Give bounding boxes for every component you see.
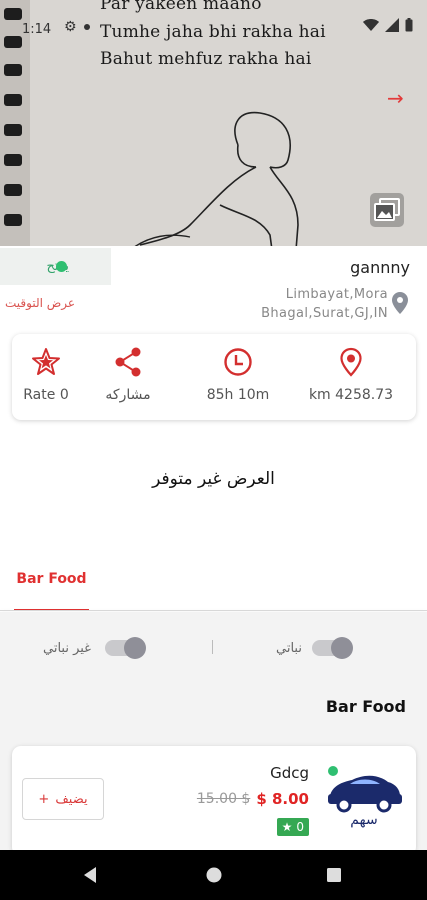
- menu-section-title: Bar Food: [325, 697, 406, 716]
- filter-separator: [212, 640, 213, 654]
- logo-text: سهم: [350, 812, 378, 828]
- product-rating-badge: ★ 0: [276, 818, 309, 836]
- tab-divider: [0, 610, 427, 611]
- product-old-price: 15.00 $: [196, 791, 251, 807]
- rating-star-icon: ★: [281, 820, 293, 834]
- store-name: gannny: [350, 258, 410, 277]
- store-cover-image: Par yakeen maano Tumhe jaha bhi rakha ha…: [0, 0, 427, 246]
- open-status-dot: [56, 261, 67, 272]
- offer-unavailable-message: العرض غير متوفر: [152, 469, 275, 489]
- distance-stat: km 4258.73: [298, 334, 404, 420]
- product-rating-value: 0: [296, 820, 304, 834]
- system-navigation-bar: [0, 850, 427, 900]
- battery-icon: [405, 18, 413, 32]
- product-name: Gdcg: [270, 764, 309, 782]
- location-pin-icon: [392, 292, 408, 314]
- store-stats-card: Rate 0 مشاركه 85h 10m km 4258.73: [12, 334, 416, 420]
- veg-filter-label: نباتي: [276, 640, 302, 656]
- recents-square-icon: [327, 868, 341, 882]
- nonveg-filter-label: غير نباتي: [43, 640, 91, 656]
- status-bar: 1:14 ⚙: [0, 0, 427, 52]
- product-prices: 15.00 $ $ 8.00: [197, 790, 309, 808]
- rate-stat[interactable]: Rate 0: [14, 334, 78, 420]
- view-hours-link[interactable]: عرض التوقيت: [5, 296, 75, 310]
- status-time: 1:14: [22, 22, 52, 37]
- share-stat[interactable]: مشاركه: [96, 334, 160, 420]
- back-triangle-icon: [84, 867, 96, 883]
- add-button-label: يضيف: [55, 791, 88, 807]
- veg-toggle[interactable]: [311, 637, 353, 659]
- delivery-time-stat: 85h 10m: [192, 334, 284, 420]
- app-screen: Par yakeen maano Tumhe jaha bhi rakha ha…: [0, 0, 427, 900]
- share-icon: [115, 347, 141, 377]
- delivery-time-label: 85h 10m: [206, 387, 270, 403]
- signal-icon: [385, 18, 399, 32]
- sketch-drawing: [134, 111, 299, 246]
- settings-status-icon: ⚙: [64, 19, 77, 35]
- veg-filter[interactable]: نباتي: [276, 634, 353, 662]
- forward-arrow-icon[interactable]: →: [387, 86, 404, 110]
- home-nav-button[interactable]: [203, 864, 225, 886]
- back-nav-button[interactable]: [79, 864, 101, 886]
- map-pin-icon: [340, 347, 362, 377]
- image-gallery-icon: [374, 198, 400, 221]
- open-status-badge: يفتح: [0, 248, 111, 285]
- tab-label: Bar Food: [16, 571, 87, 587]
- store-address: Limbayat,Mora Bhagal,Surat,GJ,IN: [261, 287, 388, 321]
- veg-indicator-dot: [328, 766, 338, 776]
- add-to-cart-button[interactable]: + يضيف: [22, 778, 104, 820]
- recents-nav-button[interactable]: [323, 864, 345, 886]
- rate-label: Rate 0: [23, 387, 69, 403]
- notification-dot-icon: [84, 24, 90, 30]
- star-rating-icon: [32, 348, 60, 375]
- clock-icon: [224, 348, 252, 376]
- product-card[interactable]: + يضيف Gdcg 15.00 $ $ 8.00 ★ 0 سهم: [12, 746, 416, 856]
- nonveg-filter[interactable]: غير نباتي: [43, 634, 146, 662]
- plus-icon: +: [38, 791, 50, 807]
- tab-bar-food[interactable]: Bar Food: [14, 571, 89, 611]
- wifi-icon: [363, 19, 379, 31]
- nonveg-toggle[interactable]: [104, 637, 146, 659]
- share-label: مشاركه: [105, 387, 151, 403]
- gallery-button[interactable]: [370, 193, 404, 227]
- product-new-price: $ 8.00: [256, 790, 309, 808]
- home-circle-icon: [206, 867, 222, 883]
- status-icons: [363, 18, 413, 32]
- hero-text-line-3: Bahut mehfuz rakha hai: [100, 49, 312, 69]
- distance-label: km 4258.73: [308, 387, 394, 403]
